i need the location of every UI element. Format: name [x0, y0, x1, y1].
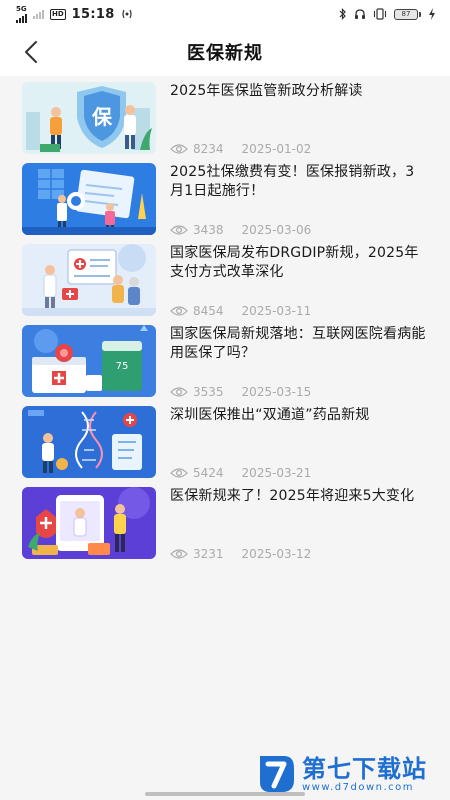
article-title: 2025社保缴费有变！医保报销新政，3月1日起施行！ — [170, 164, 415, 199]
publish-date: 2025-03-06 — [241, 223, 312, 237]
svg-text:75: 75 — [116, 361, 129, 372]
article-body: 医保新规来了！2025年将迎来5大变化 3231 2025-03-12 — [170, 487, 428, 561]
article-title: 国家医保局发布DRGDIP新规，2025年支付方式改革深化 — [170, 245, 419, 280]
view-count: 3535 — [193, 385, 224, 399]
article-meta: 8454 2025-03-11 — [170, 304, 311, 318]
publish-date: 2025-03-11 — [241, 304, 312, 318]
eye-icon — [170, 387, 188, 397]
secondary-signal-icon — [33, 9, 44, 19]
charging-icon — [429, 8, 435, 20]
list-item[interactable]: 75 国家医保局新规落地：互联网医院看病能用医保了吗？ 3535 2025-03… — [22, 325, 432, 399]
status-bar: 5G HD 15:18 87 — [0, 0, 450, 28]
article-list: 保 2025年医保监管新政分析解读 8234 2025-01-02 2025社保… — [0, 76, 450, 800]
chevron-left-icon — [25, 41, 37, 63]
article-meta: 3535 2025-03-15 — [170, 385, 311, 399]
view-count: 3231 — [193, 547, 224, 561]
eye-icon — [170, 549, 188, 559]
site-watermark: 第七下载站 www.d7down.com — [256, 750, 446, 798]
publish-date: 2025-03-12 — [241, 547, 312, 561]
headphones-icon — [355, 9, 365, 19]
article-body: 2025社保缴费有变！医保报销新政，3月1日起施行！ 3438 2025-03-… — [170, 163, 428, 237]
view-count: 5424 — [193, 466, 224, 480]
article-title: 国家医保局新规落地：互联网医院看病能用医保了吗？ — [170, 326, 426, 361]
article-title: 深圳医保推出“双通道”药品新规 — [170, 407, 370, 423]
view-count: 8454 — [193, 304, 224, 318]
nfc-icon — [121, 9, 132, 19]
signal-icon — [16, 13, 27, 23]
list-item[interactable]: 保 2025年医保监管新政分析解读 8234 2025-01-02 — [22, 82, 432, 156]
page-title: 医保新规 — [187, 43, 263, 64]
status-right: 87 — [339, 8, 436, 20]
vibrate-icon — [373, 8, 387, 20]
article-thumbnail — [22, 406, 156, 478]
view-count: 8234 — [193, 142, 224, 156]
article-meta: 8234 2025-01-02 — [170, 142, 311, 156]
bluetooth-icon — [339, 8, 346, 20]
list-item[interactable]: 2025社保缴费有变！医保报销新政，3月1日起施行！ 3438 2025-03-… — [22, 163, 432, 237]
header: 医保新规 — [0, 28, 450, 76]
article-title: 2025年医保监管新政分析解读 — [170, 83, 363, 99]
article-title: 医保新规来了！2025年将迎来5大变化 — [170, 488, 415, 504]
back-button[interactable] — [14, 36, 48, 68]
list-item[interactable]: 国家医保局发布DRGDIP新规，2025年支付方式改革深化 8454 2025-… — [22, 244, 432, 318]
article-body: 2025年医保监管新政分析解读 8234 2025-01-02 — [170, 82, 428, 156]
eye-icon — [170, 225, 188, 235]
watermark-url: www.d7down.com — [302, 781, 415, 793]
view-count: 3438 — [193, 223, 224, 237]
eye-icon — [170, 306, 188, 316]
network-type-label: 5G — [16, 4, 27, 13]
d7-logo-icon — [260, 756, 294, 792]
article-thumbnail — [22, 244, 156, 316]
hd-badge: HD — [50, 8, 66, 20]
article-thumbnail — [22, 163, 156, 235]
list-item[interactable]: 深圳医保推出“双通道”药品新规 5424 2025-03-21 — [22, 406, 432, 480]
article-body: 深圳医保推出“双通道”药品新规 5424 2025-03-21 — [170, 406, 428, 480]
svg-text:保: 保 — [91, 105, 113, 129]
publish-date: 2025-01-02 — [241, 142, 312, 156]
publish-date: 2025-03-21 — [241, 466, 312, 480]
article-body: 国家医保局发布DRGDIP新规，2025年支付方式改革深化 8454 2025-… — [170, 244, 428, 318]
eye-icon — [170, 468, 188, 478]
list-item[interactable]: 医保新规来了！2025年将迎来5大变化 3231 2025-03-12 — [22, 487, 432, 561]
article-meta: 3438 2025-03-06 — [170, 223, 311, 237]
home-indicator[interactable] — [145, 792, 305, 796]
battery-icon: 87 — [394, 8, 421, 20]
watermark-name: 第七下载站 — [302, 754, 427, 783]
article-body: 国家医保局新规落地：互联网医院看病能用医保了吗？ 3535 2025-03-15 — [170, 325, 428, 399]
article-meta: 5424 2025-03-21 — [170, 466, 311, 480]
article-meta: 3231 2025-03-12 — [170, 547, 311, 561]
article-thumbnail: 75 — [22, 325, 156, 397]
eye-icon — [170, 144, 188, 154]
status-left: 5G HD 15:18 — [16, 4, 133, 23]
network-indicator: 5G — [16, 4, 27, 23]
article-thumbnail: 保 — [22, 82, 156, 154]
article-thumbnail — [22, 487, 156, 559]
status-time: 15:18 — [71, 6, 115, 22]
publish-date: 2025-03-15 — [241, 385, 312, 399]
battery-level: 87 — [394, 8, 418, 20]
